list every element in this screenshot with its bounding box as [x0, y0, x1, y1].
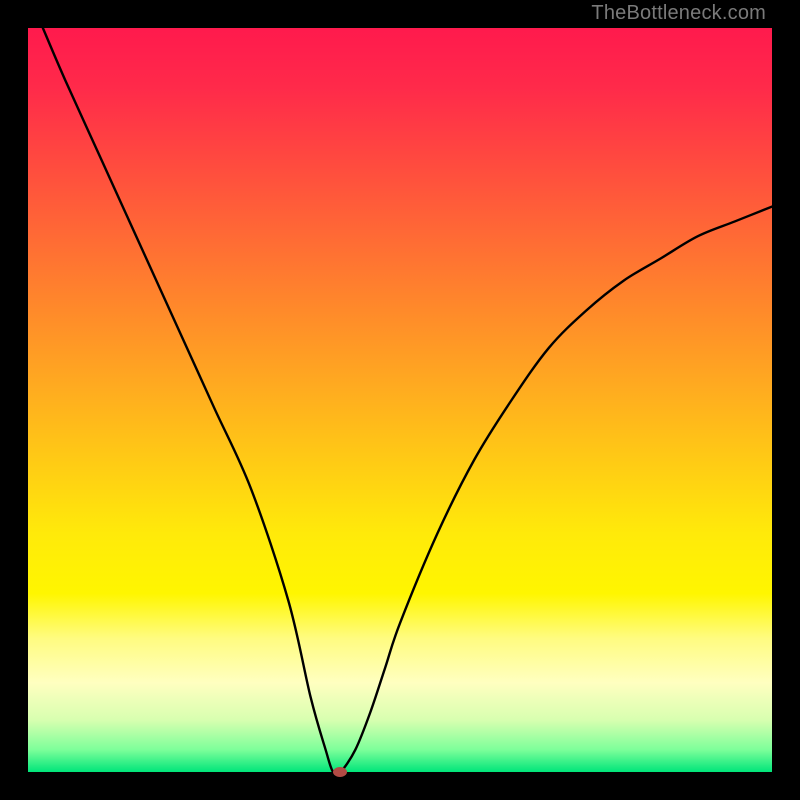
- plot-area: [28, 28, 772, 772]
- curve-svg: [28, 28, 772, 772]
- bottleneck-curve: [43, 28, 772, 772]
- marker-dot: [333, 767, 347, 777]
- chart-container: TheBottleneck.com: [0, 0, 800, 800]
- watermark-label: TheBottleneck.com: [591, 2, 766, 25]
